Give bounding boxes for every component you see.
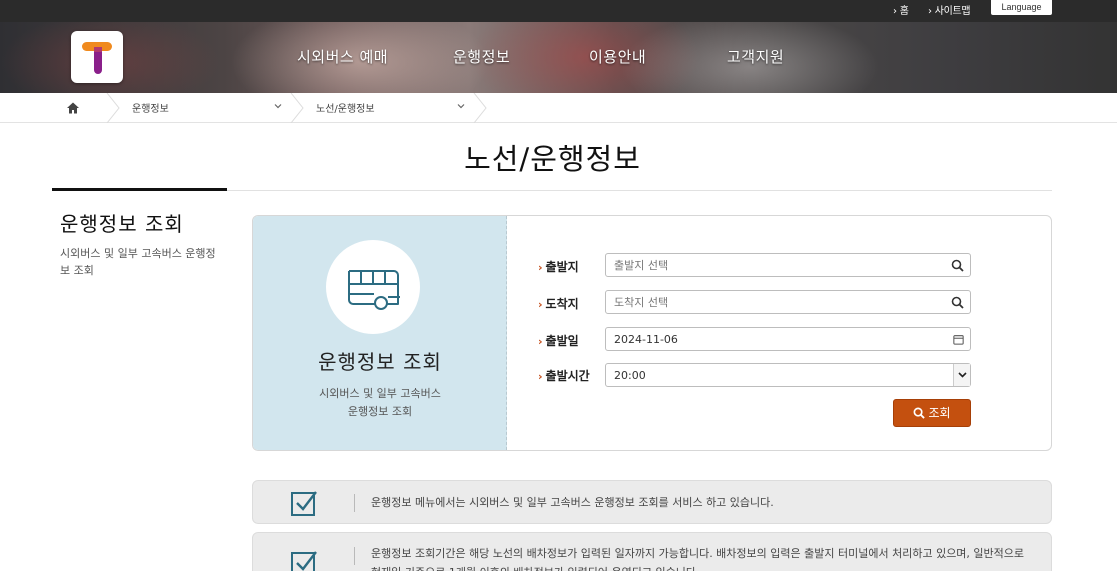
panel-description: 시외버스 및 일부 고속버스 운행정보 조회 [253, 385, 507, 421]
departure-field[interactable] [605, 253, 971, 277]
departure-input[interactable] [606, 254, 970, 276]
search-icon [914, 407, 926, 419]
gnb-usage-guide[interactable]: 이용안내 [589, 46, 646, 67]
search-intro-panel: 운행정보 조회 시외버스 및 일부 고속버스 운행정보 조회 [253, 216, 507, 450]
breadcrumb: 운행정보 노선/운행정보 [0, 93, 1117, 123]
breadcrumb-separator [106, 93, 120, 123]
side-heading: 운행정보 조회 [60, 212, 184, 236]
departure-label: › 출발지 [538, 258, 579, 275]
page-title: 노선/운행정보 [464, 142, 641, 176]
sitemap-link-label: 사이트맵 [934, 6, 971, 17]
search-icon[interactable] [951, 259, 964, 272]
arrival-field[interactable] [605, 290, 971, 314]
notice-divider [354, 547, 355, 565]
breadcrumb-separator [290, 93, 304, 123]
breadcrumb-separator [473, 93, 487, 123]
departure-label-text: 출발지 [545, 260, 579, 274]
date-label: › 출발일 [538, 332, 579, 349]
panel-desc-line2: 운행정보 조회 [347, 405, 413, 418]
tmoney-logo-icon [82, 42, 112, 74]
notice-text: 운행정보 조회기간은 해당 노선의 배차정보가 입력된 일자까지 가능합니다. … [371, 547, 1025, 571]
gnb-operation-info[interactable]: 운행정보 [453, 46, 510, 67]
chevron-down-icon[interactable] [273, 101, 283, 111]
title-divider-accent [52, 188, 227, 191]
time-select[interactable] [605, 363, 971, 387]
time-label: › 출발시간 [538, 367, 590, 384]
chevron-down-icon [958, 372, 967, 378]
bullet-icon: › [538, 335, 543, 348]
chevron-right-icon: › [928, 6, 932, 17]
chevron-right-icon: › [893, 6, 897, 17]
home-link[interactable]: › 홈 [893, 2, 909, 17]
select-arrow[interactable] [953, 364, 970, 386]
date-input[interactable] [606, 328, 970, 350]
panel-title: 운행정보 조회 [318, 350, 442, 374]
time-label-text: 출발시간 [545, 369, 590, 383]
chevron-down-icon[interactable] [456, 101, 466, 111]
search-button-label: 조회 [928, 406, 951, 420]
notice-text: 운행정보 메뉴에서는 시외버스 및 일부 고속버스 운행정보 조회를 서비스 하… [371, 496, 774, 509]
search-icon[interactable] [951, 296, 964, 309]
side-description: 시외버스 및 일부 고속버스 운행정보 조회 [60, 247, 216, 277]
gnb-reservation[interactable]: 시외버스 예매 [297, 46, 388, 67]
bullet-icon: › [538, 370, 543, 383]
arrival-label: › 도착지 [538, 295, 579, 312]
checkbox-checked-icon [291, 551, 317, 571]
notice-item: 운행정보 메뉴에서는 시외버스 및 일부 고속버스 운행정보 조회를 서비스 하… [252, 480, 1052, 524]
date-label-text: 출발일 [545, 334, 579, 348]
sitemap-link[interactable]: › 사이트맵 [928, 2, 971, 17]
home-link-label: 홈 [899, 6, 909, 17]
logo[interactable] [71, 31, 123, 83]
bus-icon [348, 270, 400, 310]
panel-desc-line1: 시외버스 및 일부 고속버스 [319, 387, 441, 400]
header-banner: 시외버스 예매 운행정보 이용안내 고객지원 [0, 22, 1117, 93]
breadcrumb-level2[interactable]: 노선/운행정보 [316, 100, 375, 115]
calendar-icon[interactable] [953, 334, 964, 345]
breadcrumb-level1[interactable]: 운행정보 [132, 100, 169, 115]
bullet-icon: › [538, 298, 543, 311]
date-field[interactable] [605, 327, 971, 351]
operation-search-form: 운행정보 조회 시외버스 및 일부 고속버스 운행정보 조회 ›출발지 ›도착지… [252, 215, 1052, 451]
home-icon[interactable] [66, 101, 80, 115]
gnb-customer-support[interactable]: 고객지원 [727, 46, 784, 67]
search-button[interactable]: 조회 [893, 399, 971, 427]
bullet-icon: › [538, 261, 543, 274]
utility-bar: › 홈 › 사이트맵 Language [0, 0, 1117, 22]
arrival-input[interactable] [606, 291, 970, 313]
notice-item: 운행정보 조회기간은 해당 노선의 배차정보가 입력된 일자까지 가능합니다. … [252, 532, 1052, 571]
bus-icon-circle [326, 240, 420, 334]
arrival-label-text: 도착지 [545, 297, 579, 311]
checkbox-checked-icon [291, 491, 317, 516]
language-button[interactable]: Language [991, 0, 1052, 15]
notice-divider [354, 494, 355, 512]
time-select-value[interactable] [606, 364, 970, 386]
